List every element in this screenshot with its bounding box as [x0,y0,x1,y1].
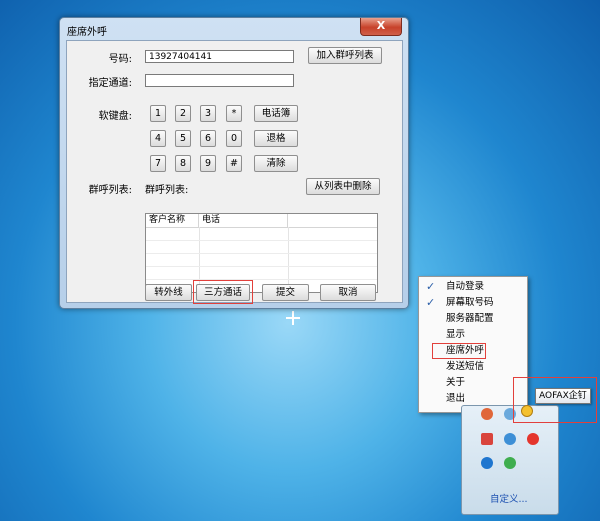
menu-item-server-config[interactable]: 服务器配置 [419,311,527,327]
row-divider [146,253,377,254]
clear-button[interactable]: 清除 [254,155,298,172]
key-1-button[interactable]: 1 [150,105,166,122]
three-way-call-highlight [193,280,253,304]
key-9-button[interactable]: 9 [200,155,216,172]
submit-button[interactable]: 提交 [262,284,309,301]
tray-app-icon[interactable] [481,433,493,445]
tray-app-icon[interactable] [504,457,516,469]
weibo-icon[interactable] [527,433,539,445]
key-star-button[interactable]: * [226,105,242,122]
key-0-button[interactable]: 0 [226,130,242,147]
menu-item-screen-capture-number[interactable]: ✓ 屏幕取号码 [419,295,527,311]
menu-item-auto-login[interactable]: ✓ 自动登录 [419,279,527,295]
group-call-table[interactable]: 客户名称 电话 [145,213,378,293]
cancel-button[interactable]: 取消 [320,284,376,301]
table-header: 客户名称 电话 [146,214,377,228]
dialog-body: 号码: 加入群呼列表 指定通道: 软键盘: 1 2 3 * 电话簿 4 5 6 … [66,40,403,304]
outbound-call-dialog: 座席外呼 X 号码: 加入群呼列表 指定通道: 软键盘: 1 2 3 * 电话簿… [59,17,409,309]
transfer-external-button[interactable]: 转外线 [145,284,192,301]
group-list-label: 群呼列表: [88,185,132,196]
checkmark-icon: ✓ [426,296,436,309]
channel-label: 指定通道: [88,78,132,89]
column-header-phone[interactable]: 电话 [199,214,288,227]
row-divider [146,266,377,267]
column-header-customer-name[interactable]: 客户名称 [146,214,199,227]
key-5-button[interactable]: 5 [175,130,191,147]
key-4-button[interactable]: 4 [150,130,166,147]
key-7-button[interactable]: 7 [150,155,166,172]
column-divider [288,227,289,292]
tray-app-icon[interactable] [481,408,493,420]
phonebook-button[interactable]: 电话簿 [254,105,298,122]
menu-item-show[interactable]: 显示 [419,327,527,343]
remove-from-list-button[interactable]: 从列表中删除 [306,178,380,195]
title-bar[interactable]: 座席外呼 X [60,18,408,40]
key-6-button[interactable]: 6 [200,130,216,147]
channel-input[interactable] [145,74,294,87]
number-input[interactable] [145,50,294,63]
add-to-group-button[interactable]: 加入群呼列表 [308,47,382,64]
desktop-cursor-sparkle [286,311,300,325]
number-label: 号码: [108,54,132,65]
row-divider [146,279,377,280]
window-title: 座席外呼 [67,27,107,38]
menu-item-about[interactable]: 关于 [419,375,527,391]
key-hash-button[interactable]: # [226,155,242,172]
row-divider [146,240,377,241]
close-button[interactable]: X [360,18,402,36]
customize-link[interactable]: 自定义... [490,491,528,505]
checkmark-icon: ✓ [426,280,436,293]
keypad-label: 软键盘: [98,111,132,122]
tray-app-icon[interactable] [481,457,493,469]
key-3-button[interactable]: 3 [200,105,216,122]
menu-item-send-sms[interactable]: 发送短信 [419,359,527,375]
key-8-button[interactable]: 8 [175,155,191,172]
group-list-caption: 群呼列表: [145,185,189,196]
outbound-call-menu-highlight [432,343,486,359]
key-2-button[interactable]: 2 [175,105,191,122]
backspace-button[interactable]: 退格 [254,130,298,147]
tray-app-icon[interactable] [504,433,516,445]
tray-tooltip: AOFAX企钉 [535,388,591,404]
